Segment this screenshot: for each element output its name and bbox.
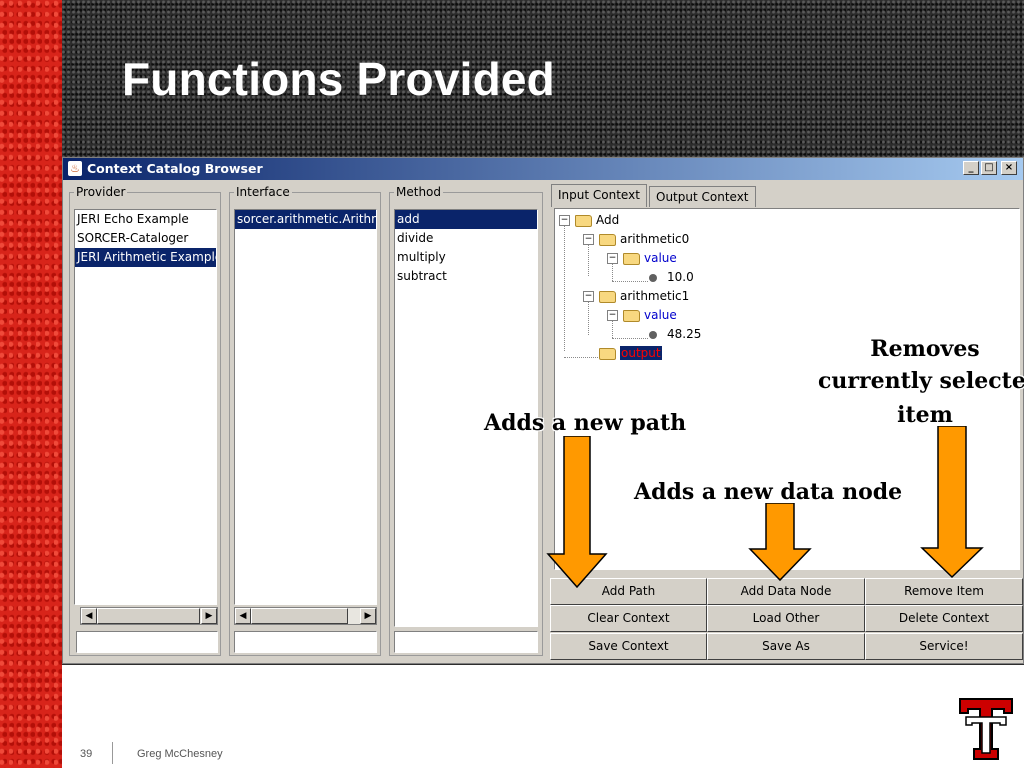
folder-icon (575, 214, 592, 227)
interface-list[interactable]: sorcer.arithmetic.Arithm (234, 209, 377, 605)
add-data-node-annotation: Adds a new data node (634, 479, 903, 505)
folder-icon (599, 233, 616, 246)
tree-node-label: arithmetic1 (620, 289, 690, 303)
double-t-logo (959, 698, 1013, 760)
tree-guide (588, 301, 589, 335)
tree-guide (564, 357, 598, 358)
remove-item-annotation-line3: item (897, 402, 953, 428)
maximize-button[interactable]: □ (981, 161, 997, 175)
tree-node-label: 10.0 (667, 270, 694, 284)
tree-guide (564, 225, 565, 351)
tree-guide (612, 320, 613, 338)
save-as-button[interactable]: Save As (707, 633, 865, 660)
provider-item[interactable]: JERI Arithmetic Example (75, 248, 216, 267)
data-node-icon (649, 273, 657, 282)
tree-node-value[interactable]: value (623, 306, 677, 325)
folder-icon (599, 290, 616, 303)
collapse-icon[interactable]: − (583, 291, 594, 302)
provider-group: Provider JERI Echo Example SORCER-Catalo… (69, 185, 221, 656)
scroll-left-icon[interactable]: ◀ (235, 608, 251, 624)
tab-input-context[interactable]: Input Context (551, 184, 647, 207)
tab-output-context[interactable]: Output Context (649, 186, 756, 207)
tree-guide (588, 244, 589, 276)
collapse-icon[interactable]: − (583, 234, 594, 245)
add-path-arrow (546, 436, 608, 589)
method-item[interactable]: subtract (395, 267, 537, 286)
provider-list[interactable]: JERI Echo Example SORCER-Cataloger JERI … (74, 209, 217, 605)
add-data-node-arrow (748, 503, 812, 582)
method-item[interactable]: divide (395, 229, 537, 248)
tree-node-root[interactable]: Add (575, 211, 619, 230)
method-item[interactable]: multiply (395, 248, 537, 267)
tree-node-value[interactable]: value (623, 249, 677, 268)
tree-guide (612, 338, 648, 339)
delete-context-button[interactable]: Delete Context (865, 605, 1023, 632)
scroll-thumb[interactable] (97, 608, 200, 624)
collapse-icon[interactable]: − (607, 253, 618, 264)
red-side-strip (0, 0, 62, 768)
tree-node-output[interactable]: output (599, 344, 662, 363)
tree-node-label: arithmetic0 (620, 232, 690, 246)
collapse-icon[interactable]: − (607, 310, 618, 321)
method-item[interactable]: add (395, 210, 537, 229)
tree-node-arithmetic1[interactable]: arithmetic1 (599, 287, 689, 306)
interface-legend: Interface (234, 185, 292, 199)
provider-hscrollbar[interactable]: ◀ ▶ (80, 607, 218, 625)
method-legend: Method (394, 185, 444, 199)
author-name: Greg McChesney (137, 748, 223, 760)
window-titlebar[interactable]: ♨ Context Catalog Browser _ □ × (63, 158, 1023, 180)
interface-item[interactable]: sorcer.arithmetic.Arithm (235, 210, 376, 229)
scroll-thumb[interactable] (251, 608, 348, 624)
provider-text-field[interactable] (76, 631, 218, 653)
tree-node-label: 48.25 (667, 327, 702, 341)
interface-group: Interface sorcer.arithmetic.Arithm ◀ ▶ (229, 185, 381, 656)
minimize-button[interactable]: _ (963, 161, 979, 175)
collapse-icon[interactable]: − (559, 215, 570, 226)
remove-item-arrow (920, 426, 984, 579)
scroll-right-icon[interactable]: ▶ (360, 608, 376, 624)
tree-guide (612, 263, 613, 281)
save-context-button[interactable]: Save Context (550, 633, 707, 660)
folder-icon (599, 347, 616, 360)
clear-context-button[interactable]: Clear Context (550, 605, 707, 632)
method-text-field[interactable] (394, 631, 538, 653)
tree-node-arithmetic0[interactable]: arithmetic0 (599, 230, 689, 249)
provider-item[interactable]: JERI Echo Example (75, 210, 216, 229)
slide-title: Functions Provided (122, 53, 555, 105)
add-path-annotation: Adds a new path (484, 410, 687, 436)
folder-icon (623, 309, 640, 322)
tree-node-label: Add (596, 213, 620, 227)
close-button[interactable]: × (1001, 161, 1017, 175)
remove-item-annotation-line2: currently selected (818, 368, 1024, 394)
folder-icon (623, 252, 640, 265)
tree-leaf-value[interactable]: 48.25 (649, 325, 701, 344)
interface-text-field[interactable] (234, 631, 377, 653)
scroll-right-icon[interactable]: ▶ (201, 608, 217, 624)
data-node-icon (649, 330, 657, 339)
tree-guide (612, 281, 648, 282)
tree-node-label: value (644, 251, 677, 265)
footer-divider (112, 742, 113, 764)
provider-legend: Provider (74, 185, 128, 199)
scroll-left-icon[interactable]: ◀ (81, 608, 97, 624)
remove-item-button[interactable]: Remove Item (865, 578, 1023, 605)
load-other-button[interactable]: Load Other (707, 605, 865, 632)
page-number: 39 (80, 748, 93, 760)
tree-leaf-value[interactable]: 10.0 (649, 268, 694, 287)
service-button[interactable]: Service! (865, 633, 1023, 660)
java-icon: ♨ (68, 161, 82, 176)
interface-hscrollbar[interactable]: ◀ ▶ (234, 607, 377, 625)
provider-item[interactable]: SORCER-Cataloger (75, 229, 216, 248)
tree-node-label: output (620, 346, 662, 360)
window-title: Context Catalog Browser (87, 161, 263, 176)
tree-node-label: value (644, 308, 677, 322)
remove-item-annotation-line1: Removes (870, 336, 980, 362)
